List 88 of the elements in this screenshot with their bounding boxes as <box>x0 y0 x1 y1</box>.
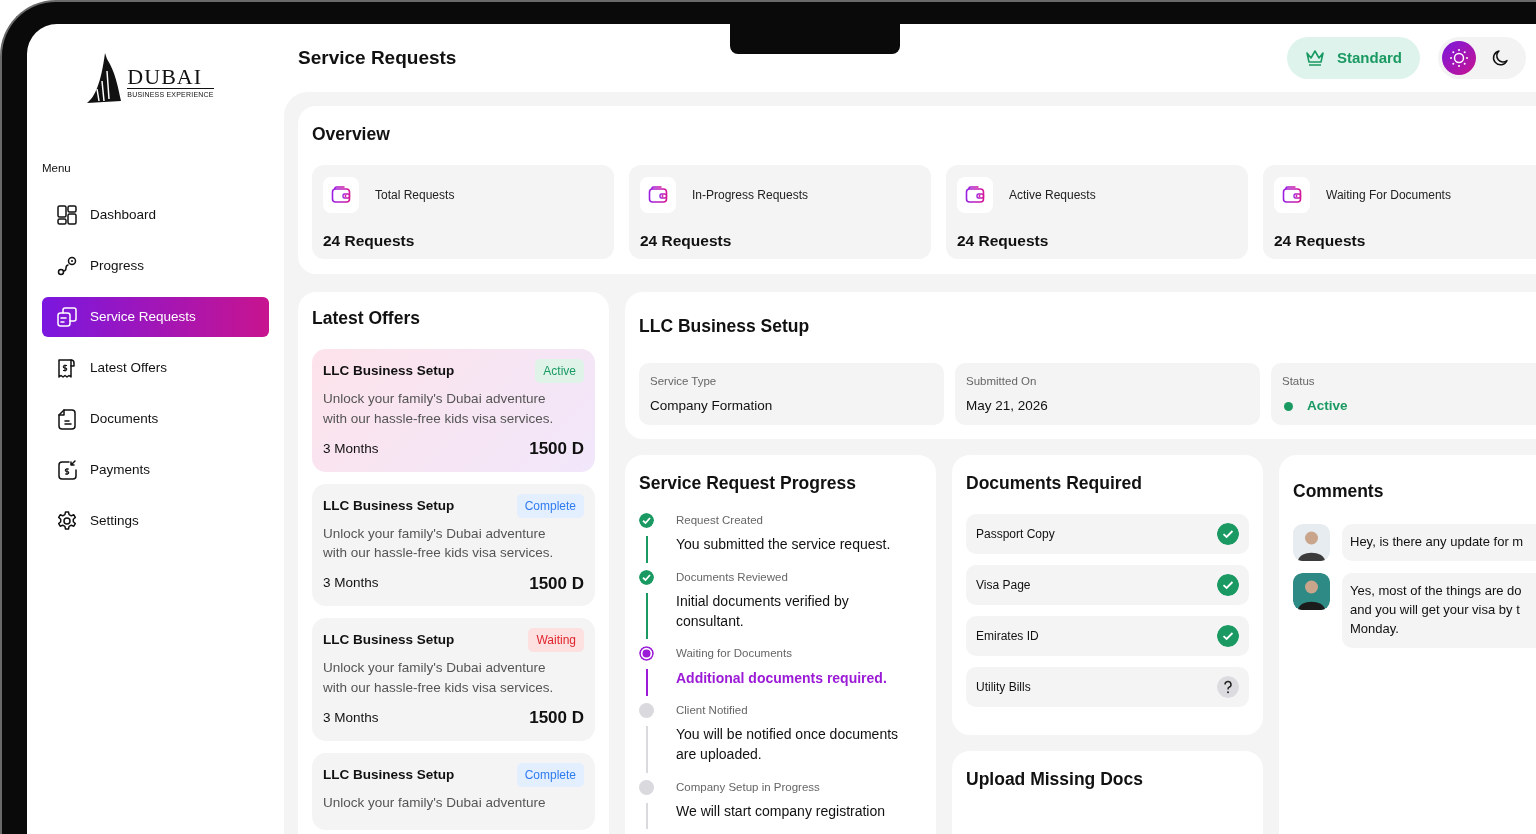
status-value: Active <box>1307 397 1348 416</box>
step-description: You will be notified once documents are uploaded. <box>676 725 900 764</box>
payment-icon <box>56 459 78 482</box>
stat-value: 24 Requests <box>1274 231 1367 251</box>
route-icon <box>56 255 78 278</box>
offer-description: Unlock your family's Dubai adventure with our hassle-free kids visa services. <box>323 390 555 428</box>
wallet-icon <box>323 177 359 213</box>
offer-title: LLC Business Setup <box>323 631 455 650</box>
document-name: Passport Copy <box>976 526 1055 543</box>
logo-text: DUBAI <box>127 65 204 88</box>
crown-icon <box>1305 49 1325 67</box>
step-title: Documents Reviewed <box>676 569 789 585</box>
receipt-icon <box>56 357 78 380</box>
gear-icon <box>56 510 78 533</box>
stat-label: Total Requests <box>375 187 455 204</box>
avatar-icon <box>1293 524 1330 561</box>
section-title: Latest Offers <box>312 308 421 329</box>
document-name: Emirates ID <box>976 628 1039 645</box>
page-title: Service Requests <box>298 46 458 70</box>
section-title: LLC Business Setup <box>639 316 811 337</box>
wallet-icon <box>1274 177 1310 213</box>
sun-icon <box>1449 48 1469 68</box>
menu-item[interactable]: Settings <box>42 501 269 542</box>
offer-title: LLC Business Setup <box>323 361 455 380</box>
offer-card[interactable]: LLC Business Setup Waiting Unlock your family's Dubai adventure with our hassle-free kids visa services. 3 Months 1500 D <box>312 618 595 741</box>
section-title: Documents Required <box>966 473 1143 494</box>
section-title: Comments <box>1293 481 1385 502</box>
step-description: We will start company registration <box>676 801 887 821</box>
offer-description: Unlock your family's Dubai adventure with our hassle-free kids visa services. <box>323 524 555 563</box>
stat-label: Active Requests <box>1009 187 1096 204</box>
offer-price: 1500 D <box>529 438 584 461</box>
menu-item[interactable]: Dashboard <box>42 195 269 236</box>
section-title: Service Request Progress <box>639 473 857 494</box>
step-title: Client Notified <box>676 703 749 719</box>
offer-price: 1500 D <box>529 572 584 595</box>
document-name: Utility Bills <box>976 679 1031 696</box>
section-title: Upload Missing Docs <box>966 769 1144 790</box>
field-label: Service Type <box>650 374 718 389</box>
step-title: Waiting for Documents <box>676 646 793 662</box>
offer-duration: 3 Months <box>323 709 379 727</box>
field-label: Submitted On <box>966 374 1038 389</box>
field-value: Company Formation <box>650 397 774 416</box>
status-badge: Waiting <box>528 628 584 653</box>
document-name: Visa Page <box>976 577 1031 594</box>
step-description: You submitted the service request. <box>676 535 892 555</box>
avatar-icon <box>1293 573 1330 610</box>
offer-title: LLC Business Setup <box>323 496 455 515</box>
offer-card[interactable]: LLC Business Setup Complete Unlock your family's Dubai adventure <box>312 752 595 831</box>
status-dot <box>1284 401 1293 411</box>
menu-item[interactable]: Service Requests <box>42 297 269 338</box>
step-title: Company Setup in Progress <box>676 779 821 795</box>
stat-value: 24 Requests <box>640 231 733 251</box>
status-badge: Active <box>535 359 584 383</box>
tower-logo-icon <box>85 53 124 105</box>
stat-label: Waiting For Documents <box>1326 187 1451 204</box>
offer-card[interactable]: LLC Business Setup Complete Unlock your family's Dubai adventure with our hassle-free kids visa services. 3 Months 1500 D <box>312 483 595 607</box>
offer-card[interactable]: LLC Business Setup Active Unlock your family's Dubai adventure with our hassle-free kids visa services. 3 Months 1500 D <box>312 349 595 472</box>
stat-value: 24 Requests <box>957 231 1050 251</box>
field-value: May 21, 2026 <box>966 397 1049 416</box>
grid-icon <box>56 204 78 227</box>
step-description: Additional documents required. <box>676 668 888 688</box>
menu-item[interactable]: Latest Offers <box>42 348 269 389</box>
menu-item[interactable]: Payments <box>42 450 269 491</box>
menu-item[interactable]: Documents <box>42 399 269 440</box>
offer-price: 1500 D <box>529 707 584 730</box>
offer-description: Unlock your family's Dubai adventure <box>323 793 547 812</box>
wallet-icon <box>957 177 993 213</box>
stat-label: In-Progress Requests <box>692 187 809 204</box>
offer-duration: 3 Months <box>323 574 379 593</box>
status-badge: Complete <box>516 493 584 518</box>
stat-value: 24 Requests <box>323 231 416 251</box>
section-title: Overview <box>312 124 391 145</box>
field-label: Status <box>1282 374 1316 389</box>
step-title: Request Created <box>676 513 764 528</box>
copy-icon <box>56 306 78 329</box>
moon-icon <box>1491 48 1511 68</box>
menu-item[interactable]: Progress <box>42 246 269 287</box>
offer-duration: 3 Months <box>323 439 379 458</box>
offer-description: Unlock your family's Dubai adventure with our hassle-free kids visa services. <box>323 659 555 697</box>
document-icon <box>56 408 78 431</box>
light-mode-button[interactable] <box>1442 41 1476 75</box>
comment-text: Hey, is there any update for m <box>1342 524 1536 561</box>
comment-text: Yes, most of the things are do and you will get your visa by t Monday. <box>1342 573 1536 648</box>
step-description: Initial documents verified by consultant. <box>676 592 850 631</box>
status-badge: Complete <box>516 762 584 787</box>
offer-title: LLC Business Setup <box>323 765 455 784</box>
wallet-icon <box>640 177 676 213</box>
menu-heading: Menu <box>42 161 72 176</box>
